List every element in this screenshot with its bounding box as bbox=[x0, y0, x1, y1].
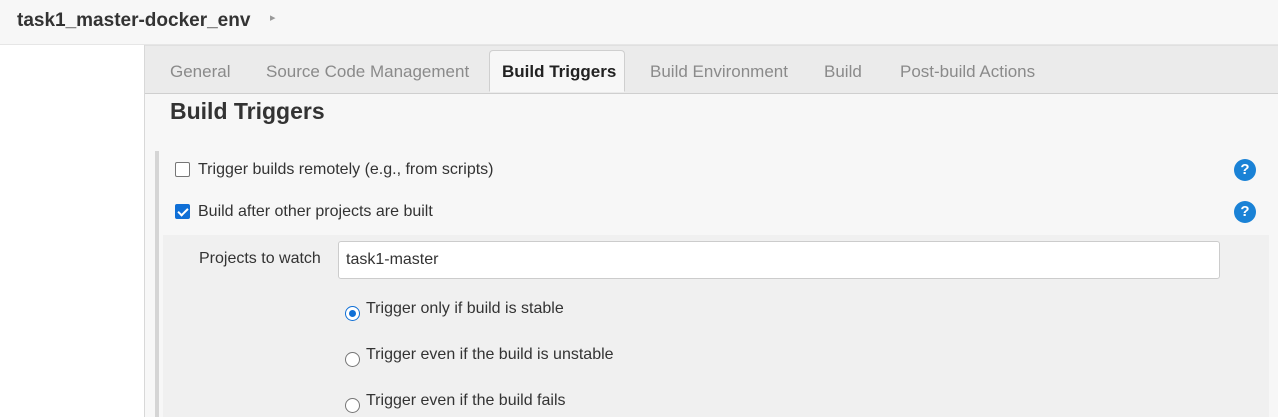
build-after-other-checkbox[interactable] bbox=[175, 204, 190, 219]
trigger-stable-label[interactable]: Trigger only if build is stable bbox=[366, 300, 564, 318]
trigger-remote-checkbox[interactable] bbox=[175, 162, 190, 177]
projects-to-watch-label: Projects to watch bbox=[199, 250, 321, 267]
tab-build-environment[interactable]: Build Environment bbox=[650, 62, 788, 82]
tab-general[interactable]: General bbox=[170, 62, 230, 82]
trigger-fails-radio[interactable] bbox=[345, 398, 360, 413]
trigger-fails-label[interactable]: Trigger even if the build fails bbox=[366, 392, 566, 410]
build-after-other-config: Projects to watch Trigger only if build … bbox=[163, 235, 1269, 417]
projects-to-watch-input[interactable] bbox=[338, 241, 1220, 279]
trigger-remote-label[interactable]: Trigger builds remotely (e.g., from scri… bbox=[198, 161, 493, 179]
config-panel: General Source Code Management Build Tri… bbox=[144, 45, 1278, 417]
trigger-stable-radio[interactable] bbox=[345, 306, 360, 321]
help-icon[interactable]: ? bbox=[1234, 159, 1256, 181]
config-tabbar: General Source Code Management Build Tri… bbox=[145, 45, 1278, 94]
tab-build[interactable]: Build bbox=[824, 62, 862, 82]
help-icon[interactable]: ? bbox=[1234, 201, 1256, 223]
section-title: Build Triggers bbox=[170, 98, 325, 124]
chevron-right-icon[interactable]: ▸ bbox=[270, 11, 276, 24]
tab-post-build-actions[interactable]: Post-build Actions bbox=[900, 62, 1035, 82]
trigger-unstable-label[interactable]: Trigger even if the build is unstable bbox=[366, 346, 614, 364]
trigger-unstable-radio[interactable] bbox=[345, 352, 360, 367]
build-after-other-label[interactable]: Build after other projects are built bbox=[198, 203, 433, 221]
breadcrumb: task1_master-docker_env ▸ bbox=[0, 0, 1278, 45]
tab-build-triggers[interactable]: Build Triggers bbox=[489, 50, 625, 92]
tab-source-code-management[interactable]: Source Code Management bbox=[266, 62, 469, 82]
breadcrumb-job-name[interactable]: task1_master-docker_env bbox=[17, 10, 250, 32]
build-triggers-section: Trigger builds remotely (e.g., from scri… bbox=[155, 151, 1269, 417]
